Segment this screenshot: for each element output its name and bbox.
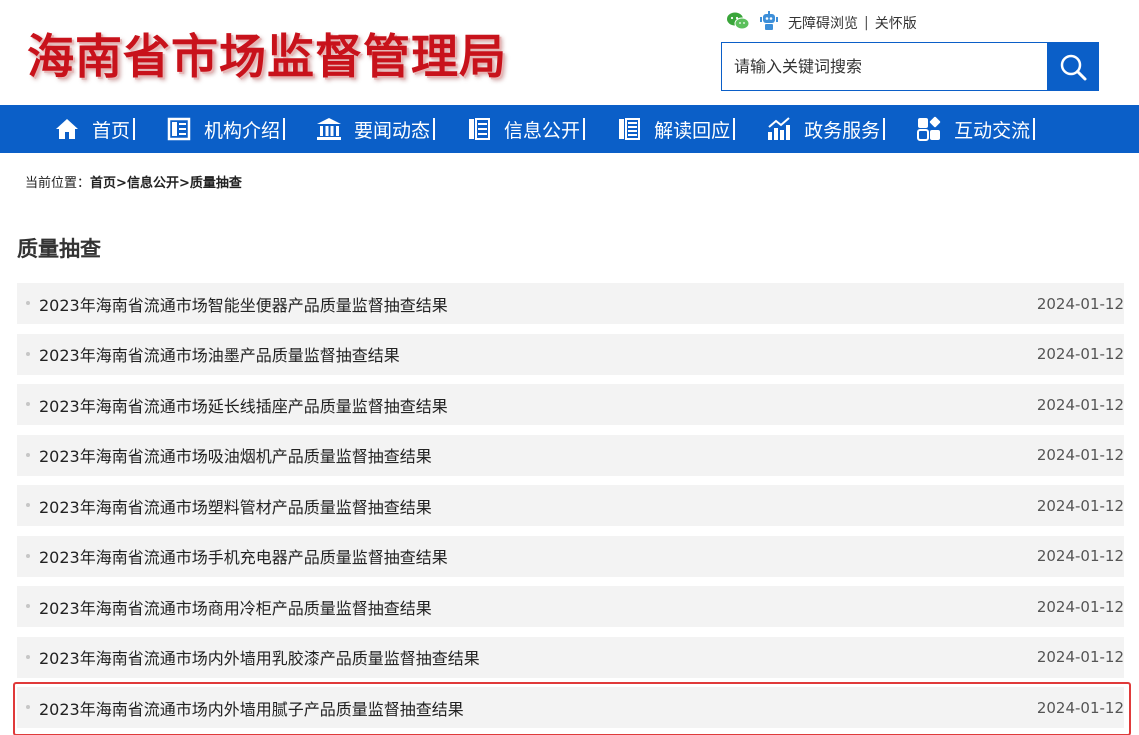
nav-label: 要闻动态 <box>354 119 431 142</box>
site-header: 海南省市场监督管理局 无障碍浏览 | 关怀版 <box>0 0 1139 105</box>
search-button[interactable] <box>1047 42 1099 91</box>
bullet-dot <box>26 705 30 709</box>
service-icon <box>766 116 792 142</box>
breadcrumb-home[interactable]: 首页 <box>90 176 116 191</box>
search-input[interactable] <box>721 42 1047 91</box>
site-logo[interactable]: 海南省市场监督管理局 <box>27 18 507 87</box>
bullet-dot <box>26 452 30 457</box>
list-item-highlighted[interactable]: 2023年海南省流通市场内外墙用腻子产品质量监督抽查结果 2024-01-12 <box>13 682 1131 735</box>
list-item-title[interactable]: 2023年海南省流通市场商用冷柜产品质量监督抽查结果 <box>39 595 432 619</box>
list-item-title[interactable]: 2023年海南省流通市场吸油烟机产品质量监督抽查结果 <box>39 443 432 467</box>
nav-divider <box>883 118 886 140</box>
nav-item-home[interactable]: 首页 <box>54 105 136 153</box>
bullet-dot <box>26 553 30 558</box>
nav-divider <box>433 118 436 140</box>
nav-divider <box>733 118 736 140</box>
list-item-date: 2024-01-12 <box>1036 597 1124 616</box>
list-item-date: 2024-01-12 <box>1036 345 1124 363</box>
list-item-title[interactable]: 2023年海南省流通市场手机充电器产品质量监督抽查结果 <box>39 544 448 568</box>
list-item-date: 2024-01-12 <box>1036 698 1124 717</box>
list-item-date: 2024-01-12 <box>1036 294 1124 313</box>
nav-divider <box>283 118 286 140</box>
nav-label: 政务服务 <box>804 119 881 142</box>
org-icon <box>166 116 192 142</box>
nav-item-info[interactable]: 信息公开 <box>466 105 586 153</box>
list-item[interactable]: 2023年海南省流通市场商用冷柜产品质量监督抽查结果 2024-01-12 <box>17 586 1124 627</box>
page-title: 质量抽查 <box>17 237 101 261</box>
home-icon <box>54 116 80 142</box>
top-separator: | <box>864 15 869 31</box>
nav-item-service[interactable]: 政务服务 <box>766 105 886 153</box>
nav-item-interact[interactable]: 互动交流 <box>916 105 1036 153</box>
list-item[interactable]: 2023年海南省流通市场塑料管材产品质量监督抽查结果 2024-01-12 <box>17 485 1124 526</box>
list-item[interactable]: 2023年海南省流通市场智能坐便器产品质量监督抽查结果 2024-01-12 <box>17 283 1124 324</box>
nav-item-interpret[interactable]: 解读回应 <box>616 105 736 153</box>
list-item-title[interactable]: 2023年海南省流通市场塑料管材产品质量监督抽查结果 <box>39 494 432 518</box>
list-item[interactable]: 2023年海南省流通市场内外墙用乳胶漆产品质量监督抽查结果 2024-01-12 <box>17 636 1124 678</box>
list-item-title[interactable]: 2023年海南省流通市场智能坐便器产品质量监督抽查结果 <box>39 292 448 316</box>
list-item-title[interactable]: 2023年海南省流通市场延长线插座产品质量监督抽查结果 <box>39 393 448 417</box>
list-item[interactable]: 2023年海南省流通市场吸油烟机产品质量监督抽查结果 2024-01-12 <box>17 434 1124 476</box>
list-item-date: 2024-01-12 <box>1036 395 1124 414</box>
nav-label: 机构介绍 <box>204 119 281 142</box>
list-item-date: 2024-01-12 <box>1036 648 1124 666</box>
nav-divider <box>133 118 136 140</box>
care-mode-link[interactable]: 关怀版 <box>875 13 917 33</box>
nav-label: 首页 <box>92 119 131 142</box>
bullet-dot <box>26 604 30 608</box>
interact-icon <box>916 116 942 142</box>
bullet-dot <box>26 402 30 406</box>
search-box <box>721 42 1099 91</box>
breadcrumb-current[interactable]: 质量抽查 <box>190 176 242 191</box>
main-nav: 首页 机构介绍 要闻动态 信息公开 解读回应 政务服务 互动交流 <box>0 105 1139 153</box>
info-icon <box>466 116 492 142</box>
article-list: 2023年海南省流通市场智能坐便器产品质量监督抽查结果 2024-01-12 2… <box>13 283 1131 735</box>
accessibility-link[interactable]: 无障碍浏览 <box>788 13 858 33</box>
list-item-title[interactable]: 2023年海南省流通市场油墨产品质量监督抽查结果 <box>39 342 400 366</box>
bullet-dot <box>26 654 30 659</box>
breadcrumb-separator: > <box>178 176 190 191</box>
search-icon <box>1060 54 1087 80</box>
list-item-date: 2024-01-12 <box>1036 496 1124 515</box>
list-item-title[interactable]: 2023年海南省流通市场内外墙用腻子产品质量监督抽查结果 <box>39 696 464 720</box>
bullet-dot <box>26 503 30 507</box>
bullet-dot <box>26 351 30 356</box>
list-item[interactable]: 2023年海南省流通市场手机充电器产品质量监督抽查结果 2024-01-12 <box>17 535 1124 577</box>
nav-label: 互动交流 <box>954 119 1031 142</box>
nav-label: 信息公开 <box>504 119 581 142</box>
top-links: 无障碍浏览 | 关怀版 <box>726 10 917 36</box>
breadcrumb-prefix: 当前位置： <box>25 176 91 191</box>
wechat-icon[interactable] <box>726 11 750 35</box>
nav-label: 解读回应 <box>654 119 731 142</box>
list-item[interactable]: 2023年海南省流通市场油墨产品质量监督抽查结果 2024-01-12 <box>17 333 1124 375</box>
list-item[interactable]: 2023年海南省流通市场延长线插座产品质量监督抽查结果 2024-01-12 <box>17 384 1124 425</box>
nav-item-org[interactable]: 机构介绍 <box>166 105 286 153</box>
robot-icon[interactable] <box>758 10 780 36</box>
breadcrumb-info[interactable]: 信息公开 <box>127 176 179 191</box>
bullet-dot <box>26 301 30 305</box>
list-item-title[interactable]: 2023年海南省流通市场内外墙用乳胶漆产品质量监督抽查结果 <box>39 645 480 669</box>
nav-divider <box>1033 118 1036 140</box>
breadcrumb-separator: > <box>116 176 127 191</box>
breadcrumb: 当前位置：首页>信息公开>质量抽查 <box>25 172 242 191</box>
nav-divider <box>583 118 586 140</box>
list-item-date: 2024-01-12 <box>1036 446 1124 464</box>
list-item-date: 2024-01-12 <box>1036 547 1124 565</box>
nav-item-news[interactable]: 要闻动态 <box>316 105 436 153</box>
building-icon <box>316 116 342 142</box>
interpret-icon <box>616 116 642 142</box>
